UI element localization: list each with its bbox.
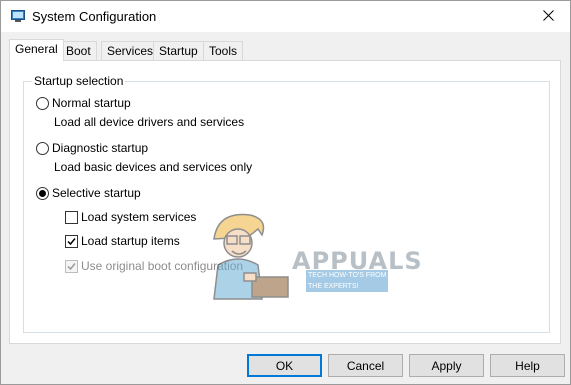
ok-button[interactable]: OK xyxy=(247,354,322,377)
mascot-icon xyxy=(213,213,289,300)
load-startup-items-checkbox[interactable]: Load startup items xyxy=(65,234,180,248)
normal-startup-radio-button[interactable] xyxy=(36,96,49,110)
msconfig-icon xyxy=(11,10,25,22)
tab-tools[interactable]: Tools xyxy=(203,41,244,60)
diagnostic-startup-description: Load basic devices and services only xyxy=(54,160,253,174)
normal-startup-radio[interactable]: Normal startup xyxy=(36,96,131,110)
apply-button[interactable]: Apply xyxy=(409,354,484,377)
watermark-tagline: TECH HOW-TO'S FROM THE EXPERTS! xyxy=(306,270,388,292)
general-tab-panel: Startup selection Normal startup Load al… xyxy=(9,60,561,344)
tab-services[interactable]: Services xyxy=(101,41,160,60)
checkmark-icon xyxy=(67,262,76,270)
help-button[interactable]: Help xyxy=(490,354,565,377)
load-startup-items-label: Load startup items xyxy=(81,234,180,248)
tab-startup[interactable]: Startup xyxy=(153,41,204,60)
window-title: System Configuration xyxy=(32,9,157,24)
close-icon xyxy=(542,9,554,24)
selective-startup-radio-button[interactable] xyxy=(36,186,49,200)
title-bar[interactable]: System Configuration xyxy=(1,1,570,32)
load-system-services-check[interactable] xyxy=(65,210,78,224)
selective-startup-radio[interactable]: Selective startup xyxy=(36,186,141,200)
diagnostic-startup-radio[interactable]: Diagnostic startup xyxy=(36,141,148,155)
load-system-services-checkbox[interactable]: Load system services xyxy=(65,210,196,224)
normal-startup-label: Normal startup xyxy=(52,96,131,110)
close-button[interactable] xyxy=(526,1,570,32)
use-original-boot-check xyxy=(65,259,78,273)
system-configuration-window: System Configuration General Boot Servic… xyxy=(0,0,571,385)
tab-boot[interactable]: Boot xyxy=(60,41,97,60)
appuals-watermark: APPUALS TECH HOW-TO'S FROM THE EXPERTS! xyxy=(200,209,422,305)
diagnostic-startup-label: Diagnostic startup xyxy=(52,141,149,155)
tab-general[interactable]: General xyxy=(9,39,64,61)
load-system-services-label: Load system services xyxy=(81,210,197,224)
cancel-button[interactable]: Cancel xyxy=(328,354,403,377)
checkmark-icon xyxy=(67,237,76,245)
load-startup-items-check[interactable] xyxy=(65,234,78,248)
normal-startup-description: Load all device drivers and services xyxy=(54,115,245,129)
startup-selection-legend: Startup selection xyxy=(32,74,126,88)
selective-startup-label: Selective startup xyxy=(52,186,141,200)
diagnostic-startup-radio-button[interactable] xyxy=(36,141,49,155)
